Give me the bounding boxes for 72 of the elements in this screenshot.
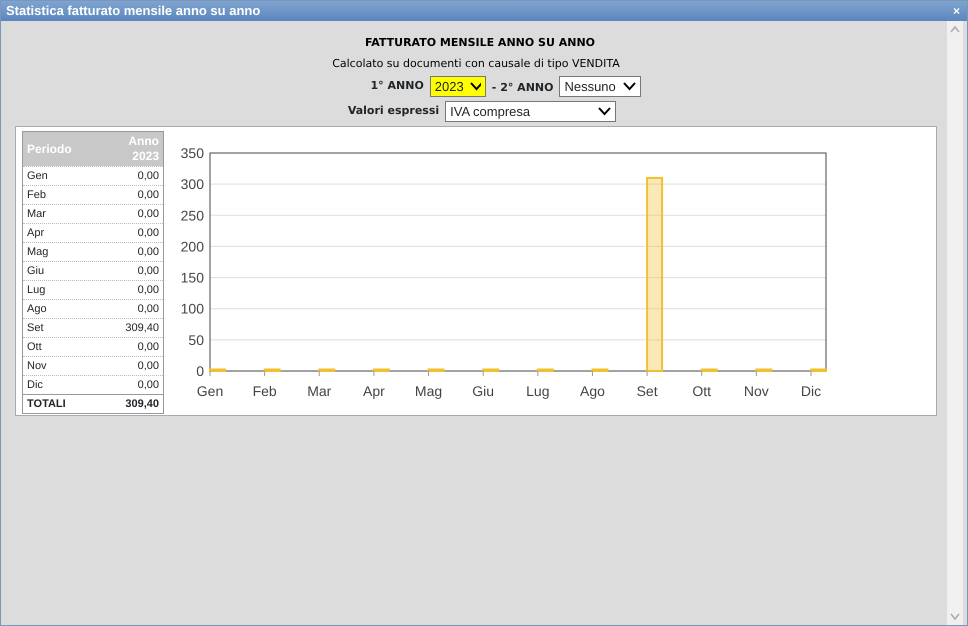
- report-title: FATTURATO MENSILE ANNO SU ANNO: [364, 35, 596, 51]
- bar: [700, 368, 718, 372]
- x-axis-label: Apr: [363, 383, 385, 399]
- table-cell-text: 0,00: [138, 358, 159, 374]
- window-title: Statistica fatturato mensile anno su anno: [6, 2, 260, 20]
- filter-label: - 2° ANNO: [492, 80, 554, 96]
- table-cell-text: 0,00: [138, 282, 159, 298]
- y-axis-label: 200: [180, 238, 204, 254]
- table-cell-text: 0,00: [138, 340, 159, 355]
- table-cell-text: Ott: [27, 340, 42, 355]
- bar: [318, 368, 336, 372]
- table-cell-text: Ago: [27, 302, 47, 317]
- table-cell-text: 309,40: [125, 320, 159, 336]
- table-cell-text: Apr: [27, 226, 44, 241]
- bar: [264, 368, 281, 372]
- scroll-up-icon[interactable]: [950, 25, 960, 33]
- dropdown[interactable]: IVA compresa: [445, 101, 616, 122]
- table-cell-text: 309,40: [125, 396, 159, 412]
- table-cell-text: Dic: [27, 378, 43, 393]
- caret-icon: [598, 107, 612, 116]
- table-cell-text: Mar: [27, 206, 46, 222]
- x-axis-label: Mag: [414, 383, 442, 399]
- caret-icon: [470, 82, 481, 91]
- bar: [482, 368, 500, 372]
- x-axis-label: Giu: [472, 383, 494, 399]
- table-cell-text: Giu: [27, 264, 44, 279]
- filter-label: Valori espressi: [348, 103, 440, 120]
- scrollbar[interactable]: [947, 21, 963, 625]
- bar: [428, 368, 445, 372]
- dropdown[interactable]: 2023: [430, 76, 486, 97]
- y-axis-label: 0: [196, 363, 204, 379]
- table-cell-text: 0,00: [138, 168, 159, 184]
- x-axis-label: Set: [636, 383, 658, 399]
- y-axis-label: 250: [180, 207, 204, 224]
- x-axis-label: Ott: [692, 383, 712, 399]
- bar: [536, 368, 554, 372]
- bar: [755, 368, 772, 372]
- x-axis-label: Ago: [580, 383, 605, 399]
- table-cell-text: Mag: [27, 244, 48, 260]
- y-axis-label: 100: [180, 300, 204, 317]
- caret-icon: [623, 82, 636, 91]
- y-axis-label: 300: [180, 176, 204, 192]
- scroll-down-icon[interactable]: [950, 613, 960, 621]
- table-cell-text: Feb: [27, 188, 46, 203]
- table-cell-text: 0,00: [138, 206, 159, 222]
- dropdown[interactable]: Nessuno: [559, 76, 642, 97]
- y-axis-label: 50: [188, 332, 204, 348]
- x-axis-label: Nov: [744, 383, 769, 399]
- table-cell-text: 0,00: [138, 244, 159, 260]
- table-cell-text: 0,00: [138, 302, 159, 317]
- table-cell-text: 0,00: [138, 264, 159, 279]
- bar: [591, 368, 608, 372]
- x-axis-label: Feb: [252, 383, 277, 399]
- report-subtitle: Calcolato su documenti con causale di tipo VENDITA: [331, 56, 621, 72]
- bar: [810, 368, 827, 372]
- x-axis-label: Lug: [526, 383, 550, 399]
- table-cell-text: Set: [27, 320, 44, 336]
- x-axis-label: Mar: [307, 383, 332, 399]
- table-cell-text: Nov: [27, 358, 47, 374]
- bar: [372, 368, 390, 372]
- table-cell-text: 0,00: [138, 188, 159, 203]
- table-cell-text: 0,00: [138, 378, 159, 393]
- table-cell-text: Gen: [27, 168, 48, 184]
- bar: [209, 368, 226, 372]
- y-axis-label: 150: [180, 270, 204, 286]
- filter-label: 1° ANNO: [370, 78, 424, 94]
- x-axis-label: Gen: [196, 383, 224, 399]
- x-axis-label: Dic: [800, 383, 822, 399]
- table-cell-text: 0,00: [138, 226, 159, 241]
- table-cell-text: TOTALI: [27, 396, 66, 412]
- y-axis-label: 350: [180, 145, 204, 161]
- table-cell-text: Lug: [27, 282, 46, 298]
